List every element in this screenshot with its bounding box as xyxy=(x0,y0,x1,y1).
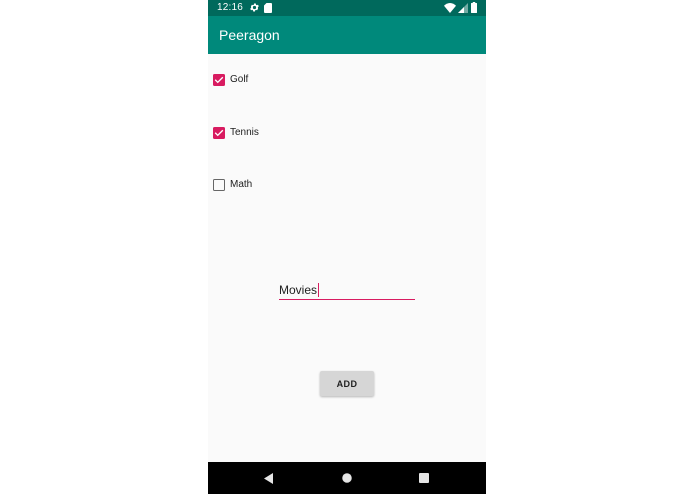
sd-card-icon xyxy=(264,3,272,13)
home-icon[interactable] xyxy=(342,473,352,483)
battery-icon xyxy=(471,2,477,13)
checkmark-icon xyxy=(214,129,224,137)
app-bar: Peeragon xyxy=(208,16,486,54)
checkbox-label: Math xyxy=(230,179,253,190)
checkbox-checked-icon[interactable] xyxy=(213,127,225,139)
wifi-icon xyxy=(444,3,456,13)
recents-icon[interactable] xyxy=(419,473,429,483)
checkbox-tennis[interactable]: Tennis xyxy=(212,125,259,141)
status-time: 12:16 xyxy=(217,2,244,13)
signal-icon xyxy=(458,3,468,13)
checkbox-math[interactable]: Math xyxy=(212,177,252,193)
app-title: Peeragon xyxy=(219,27,280,43)
input-underline xyxy=(279,298,415,300)
checkbox-checked-icon[interactable] xyxy=(213,74,225,86)
checkmark-icon xyxy=(214,76,224,84)
phone-screen: 12:16 Peeragon Golf Tennis Math Movies A… xyxy=(208,0,486,494)
input-value[interactable]: Movies xyxy=(279,282,317,298)
checkbox-label: Golf xyxy=(230,74,249,85)
add-button[interactable]: ADD xyxy=(320,371,374,396)
back-icon[interactable] xyxy=(264,473,274,484)
gear-icon xyxy=(250,3,259,12)
text-caret xyxy=(318,283,320,297)
navigation-bar xyxy=(208,462,486,494)
checkbox-golf[interactable]: Golf xyxy=(212,72,248,88)
activity-input[interactable]: Movies xyxy=(279,280,415,300)
checkbox-unchecked-icon[interactable] xyxy=(213,179,225,191)
checkbox-label: Tennis xyxy=(230,127,259,138)
status-bar: 12:16 xyxy=(208,0,486,16)
input-value-wrapper: Movies xyxy=(279,282,320,298)
